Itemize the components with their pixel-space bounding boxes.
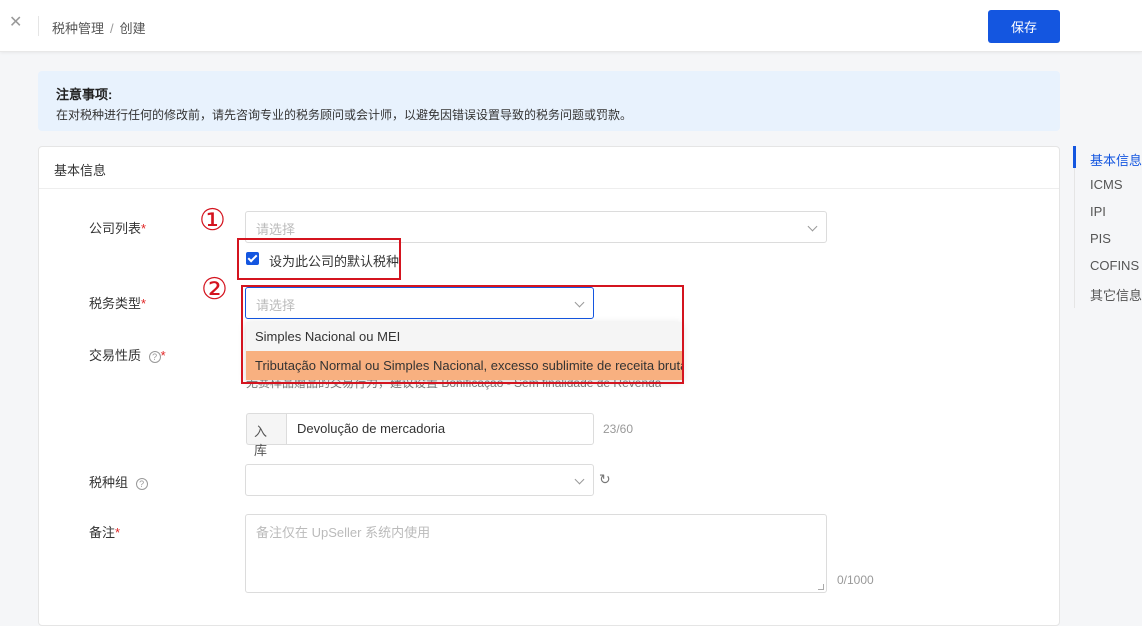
- annotation-box-1: [237, 238, 401, 280]
- close-icon[interactable]: ✕: [9, 15, 25, 31]
- required-mark: *: [141, 221, 147, 236]
- breadcrumb-parent[interactable]: 税种管理: [52, 21, 104, 36]
- tax-type-label-text: 税务类型: [89, 296, 142, 311]
- notice-title: 注意事项:: [56, 87, 113, 102]
- breadcrumb: 税种管理 / 创建: [52, 18, 146, 37]
- breadcrumb-current: 创建: [119, 21, 146, 36]
- required-mark: *: [141, 296, 147, 311]
- anchor-ipi[interactable]: IPI: [1090, 204, 1106, 219]
- remark-textarea[interactable]: 备注仅在 UpSeller 系统内使用: [245, 514, 827, 593]
- transaction-input[interactable]: Devolução de mercadoria: [286, 413, 594, 445]
- company-label-text: 公司列表: [89, 221, 142, 236]
- required-mark: *: [160, 348, 166, 363]
- anchor-cofins[interactable]: COFINS: [1090, 258, 1139, 273]
- top-bar: ✕ 税种管理 / 创建 保存: [0, 0, 1142, 52]
- company-placeholder: 请选择: [256, 222, 296, 237]
- remark-placeholder: 备注仅在 UpSeller 系统内使用: [256, 525, 431, 540]
- anchor-active-bar: [1073, 146, 1076, 168]
- save-button[interactable]: 保存: [988, 10, 1060, 43]
- notice-text: 在对税种进行任何的修改前，请先咨询专业的税务顾问或会计师，以避免因错误设置导致的…: [56, 108, 633, 122]
- anchor-basic-info[interactable]: 基本信息: [1090, 150, 1142, 169]
- refresh-icon[interactable]: ↻: [599, 472, 613, 486]
- annotation-marker-1: ①: [199, 203, 226, 238]
- anchor-nav: 基本信息 ICMS IPI PIS COFINS 其它信息: [1073, 146, 1142, 308]
- tax-group-label-text: 税种组: [89, 475, 129, 490]
- required-mark: *: [115, 525, 121, 540]
- transaction-prefix: 入库: [246, 413, 286, 458]
- annotation-box-2: [241, 285, 684, 384]
- tax-group-select[interactable]: [245, 464, 594, 496]
- anchor-other-info[interactable]: 其它信息: [1090, 285, 1142, 304]
- breadcrumb-separator: /: [110, 21, 114, 36]
- remark-label-text: 备注: [89, 525, 116, 540]
- chevron-down-icon: [807, 221, 818, 232]
- header-divider: [38, 16, 39, 36]
- remark-label: 备注*: [89, 522, 120, 541]
- annotation-marker-2: ②: [201, 272, 228, 307]
- help-icon[interactable]: ?: [148, 350, 161, 363]
- resize-handle-icon[interactable]: [818, 584, 824, 590]
- transaction-counter: 23/60: [603, 422, 634, 436]
- company-label: 公司列表*: [89, 218, 146, 237]
- help-icon[interactable]: ?: [135, 477, 148, 490]
- anchor-icms[interactable]: ICMS: [1090, 177, 1123, 192]
- transaction-label-text: 交易性质: [89, 348, 142, 363]
- anchor-pis[interactable]: PIS: [1090, 231, 1111, 246]
- transaction-label: 交易性质 ? *: [89, 345, 166, 364]
- chevron-down-icon: [574, 474, 585, 485]
- tax-type-label: 税务类型*: [89, 293, 146, 312]
- notice-banner: 注意事项: 在对税种进行任何的修改前，请先咨询专业的税务顾问或会计师，以避免因错…: [38, 71, 1060, 131]
- tax-group-label: 税种组 ?: [89, 472, 148, 491]
- remark-counter: 0/1000: [837, 573, 874, 587]
- section-title: 基本信息: [39, 147, 1059, 189]
